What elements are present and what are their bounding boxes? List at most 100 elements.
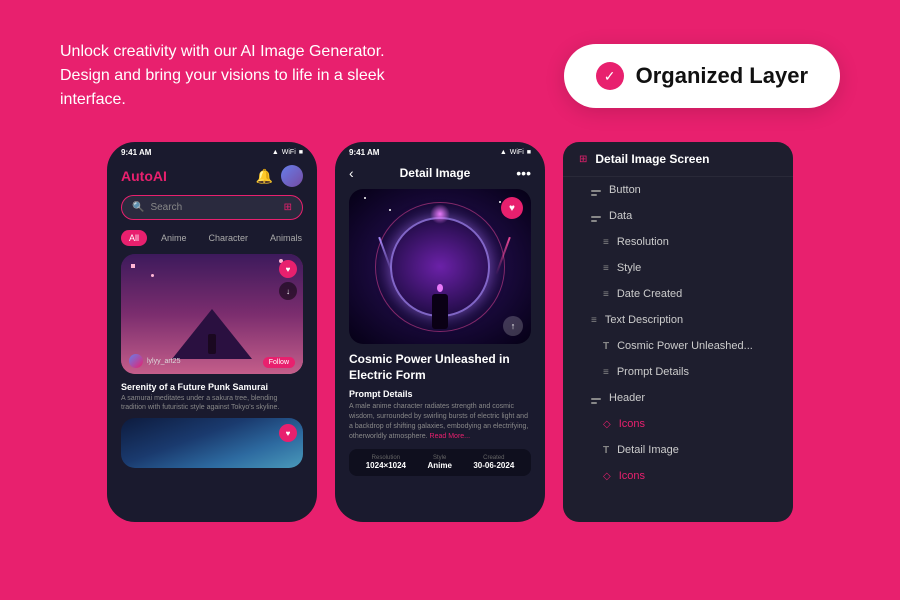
layer-icons-1[interactable]: ◇ Icons: [587, 411, 793, 437]
layer-data[interactable]: Data: [575, 203, 793, 229]
download-icon[interactable]: ↓: [279, 282, 297, 300]
layer-cosmic-label: Cosmic Power Unleashed...: [617, 340, 753, 352]
layer-button-label: Button: [609, 184, 641, 196]
detail-header: ‹ Detail Image •••: [335, 161, 545, 189]
badge-label: Organized Layer: [636, 63, 808, 89]
component-icon-header: [591, 392, 601, 404]
component-icon-button: [591, 184, 601, 196]
user-avatar-sm: [129, 354, 143, 368]
search-placeholder: Search: [150, 202, 182, 213]
layer-header[interactable]: Header: [575, 385, 793, 411]
layer-textdesc-label: Text Description: [605, 314, 683, 326]
time-1: 9:41 AM: [121, 148, 151, 157]
layer-detailimg-label: Detail Image: [617, 444, 679, 456]
text-icon-detail: T: [603, 445, 609, 456]
detail-content: Cosmic Power Unleashed in Electric Form …: [335, 352, 545, 476]
search-bar[interactable]: 🔍 Search ⊞: [121, 195, 303, 220]
rows-icon-resolution: ≡: [603, 237, 609, 248]
component-icon-root: ⊞: [579, 154, 587, 165]
bookmark-icon[interactable]: ♥: [279, 260, 297, 278]
layer-text-description[interactable]: ≡ Text Description: [575, 307, 793, 333]
grid-icon[interactable]: ⊞: [284, 202, 292, 213]
app-logo: AutoAI: [121, 168, 167, 184]
card-caption: Serenity of a Future Punk Samurai A samu…: [107, 382, 317, 412]
app-header: AutoAI 🔔: [107, 161, 317, 195]
image-card-2[interactable]: ♥: [121, 418, 303, 468]
layer-date-created[interactable]: ≡ Date Created: [587, 281, 793, 307]
layer-icons-2[interactable]: ◇ Icons: [587, 463, 793, 489]
diamond-icon-1: ◇: [603, 419, 611, 430]
search-icon: 🔍: [132, 202, 144, 213]
more-options[interactable]: •••: [516, 165, 531, 181]
phone-1: 9:41 AM ▲ WiFi ■ AutoAI 🔔 🔍 Search ⊞: [107, 142, 317, 522]
check-icon: ✓: [596, 62, 624, 90]
rows-icon-prompt: ≡: [603, 367, 609, 378]
read-more-link[interactable]: Read More...: [430, 433, 470, 440]
layer-panel: ⊞ Detail Image Screen Button Data ≡ Reso…: [563, 142, 793, 522]
share-button[interactable]: ↑: [503, 316, 523, 336]
diamond-icon-2: ◇: [603, 471, 611, 482]
meta-style: Style Anime: [427, 455, 451, 470]
filter-character[interactable]: Character: [201, 230, 257, 246]
image-title: Cosmic Power Unleashed in Electric Form: [349, 352, 531, 383]
figure-shape: [208, 334, 216, 354]
user-avatar[interactable]: [281, 165, 303, 187]
rows-icon-date: ≡: [603, 289, 609, 300]
follow-button[interactable]: Follow: [263, 357, 295, 368]
prompt-label: Prompt Details: [349, 389, 531, 399]
filter-anime[interactable]: Anime: [153, 230, 195, 246]
layer-resolution-label: Resolution: [617, 236, 669, 248]
layer-icons2-label: Icons: [619, 470, 645, 482]
bookmark-icon-2[interactable]: ♥: [279, 424, 297, 442]
card-overlay-1: ♥ ↓: [279, 260, 297, 300]
layer-button[interactable]: Button: [575, 177, 793, 203]
status-bar-1: 9:41 AM ▲ WiFi ■: [107, 142, 317, 161]
layer-style-label: Style: [617, 262, 641, 274]
username: lylyy_art25: [147, 358, 180, 365]
layer-cosmic-text[interactable]: T Cosmic Power Unleashed...: [587, 333, 793, 359]
phone-2: 9:41 AM ▲ WiFi ■ ‹ Detail Image •••: [335, 142, 545, 522]
tagline: Unlock creativity with our AI Image Gene…: [60, 40, 440, 112]
rows-icon-textdesc: ≡: [591, 315, 597, 326]
card-user: lylyy_art25: [129, 354, 180, 368]
card-title: Serenity of a Future Punk Samurai: [121, 382, 303, 392]
status-icons-1: ▲ WiFi ■: [272, 149, 303, 156]
filter-all[interactable]: All: [121, 230, 147, 246]
layer-prompt-details[interactable]: ≡ Prompt Details: [587, 359, 793, 385]
rows-icon-style: ≡: [603, 263, 609, 274]
layer-header-label: Header: [609, 392, 645, 404]
component-icon-data: [591, 210, 601, 222]
layer-root[interactable]: ⊞ Detail Image Screen: [563, 142, 793, 177]
layer-date-label: Date Created: [617, 288, 682, 300]
organized-badge: ✓ Organized Layer: [564, 44, 840, 108]
back-button[interactable]: ‹: [349, 165, 354, 181]
header-section: Unlock creativity with our AI Image Gene…: [0, 0, 900, 142]
layer-style[interactable]: ≡ Style: [587, 255, 793, 281]
card-description: A samurai meditates under a sakura tree,…: [121, 394, 303, 412]
status-bar-2: 9:41 AM ▲ WiFi ■: [335, 142, 545, 161]
filter-tabs: All Anime Character Animals: [107, 230, 317, 254]
layer-icons1-label: Icons: [619, 418, 645, 430]
filter-animals[interactable]: Animals: [262, 230, 310, 246]
bell-icon[interactable]: 🔔: [256, 168, 273, 185]
character-figure: [432, 284, 448, 329]
layer-resolution[interactable]: ≡ Resolution: [587, 229, 793, 255]
meta-resolution: Resolution 1024×1024: [366, 455, 406, 470]
detail-image: ♥ ↑: [349, 189, 531, 344]
energy-burst: [430, 204, 450, 224]
header-icons: 🔔: [256, 165, 303, 187]
status-icons-2: ▲ WiFi ■: [500, 149, 531, 156]
layer-prompt-label: Prompt Details: [617, 366, 689, 378]
layer-root-label: Detail Image Screen: [595, 152, 709, 166]
layer-data-label: Data: [609, 210, 632, 222]
meta-created: Created 30-06-2024: [473, 455, 514, 470]
image-card-1[interactable]: ♥ ↓ lylyy_art25 Follow: [121, 254, 303, 374]
save-button[interactable]: ♥: [501, 197, 523, 219]
detail-screen-title: Detail Image: [400, 166, 471, 180]
text-icon-cosmic: T: [603, 341, 609, 352]
layer-detail-image-text[interactable]: T Detail Image: [587, 437, 793, 463]
time-2: 9:41 AM: [349, 148, 379, 157]
phones-container: 9:41 AM ▲ WiFi ■ AutoAI 🔔 🔍 Search ⊞: [0, 142, 900, 522]
prompt-text: A male anime character radiates strength…: [349, 402, 531, 441]
detail-meta: Resolution 1024×1024 Style Anime Created…: [349, 449, 531, 476]
